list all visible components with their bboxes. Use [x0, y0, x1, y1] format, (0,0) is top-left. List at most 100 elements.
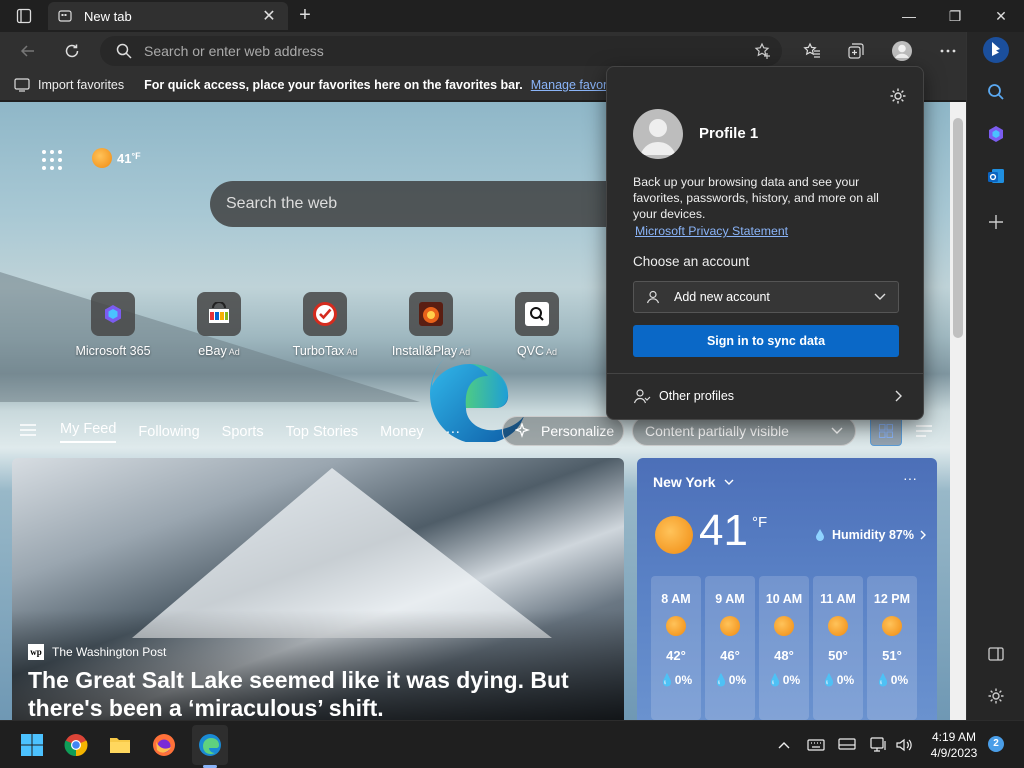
- network-icon[interactable]: [868, 735, 890, 755]
- new-tab-button[interactable]: +: [293, 4, 317, 28]
- new-tab-page-icon: [58, 10, 72, 22]
- ad-badge: Ad: [228, 347, 240, 357]
- feed-tab-top-stories[interactable]: Top Stories: [286, 424, 359, 440]
- sidebar-outlook-icon[interactable]: [982, 162, 1010, 190]
- ad-badge: Ad: [546, 347, 558, 357]
- content-visibility-dropdown[interactable]: Content partially visible: [632, 416, 856, 446]
- news-card[interactable]: wp The Washington Post The Great Salt La…: [12, 458, 624, 720]
- ad-badge: Ad: [346, 347, 358, 357]
- settings-more-icon[interactable]: [934, 38, 962, 64]
- hour-temp: 46°: [720, 648, 740, 663]
- ebay-icon: [209, 302, 229, 323]
- sidebar-microsoft-365-icon[interactable]: [982, 120, 1010, 148]
- profile-avatar-icon[interactable]: [888, 38, 916, 64]
- hourly-item: 9 AM 46° 💧0%: [705, 576, 755, 720]
- keyboard-icon[interactable]: [805, 735, 827, 755]
- add-account-dropdown[interactable]: Add new account: [633, 281, 899, 313]
- hourly-item: 8 AM 42° 💧0%: [651, 576, 701, 720]
- privacy-statement-link[interactable]: Microsoft Privacy Statement: [635, 224, 788, 238]
- bing-chat-icon[interactable]: [981, 34, 1011, 66]
- hourly-item: 12 PM 51° 💧0%: [867, 576, 917, 720]
- weather-more-button[interactable]: ···: [903, 470, 917, 486]
- file-explorer-icon[interactable]: [104, 729, 136, 761]
- hourly-forecast: 8 AM 42° 💧0% 9 AM 46° 💧0% 10 AM 48° 💧0% …: [651, 576, 921, 720]
- notification-badge[interactable]: 2: [988, 736, 1004, 752]
- tab-actions-icon[interactable]: [8, 4, 40, 28]
- web-search-box[interactable]: Search the web: [210, 181, 630, 227]
- chevron-down-icon: [724, 479, 734, 485]
- browser-toolbar: Search or enter web address: [0, 32, 966, 70]
- system-clock[interactable]: 4:19 AM 4/9/2023: [926, 729, 982, 761]
- sign-in-sync-button[interactable]: Sign in to sync data: [633, 325, 899, 357]
- feed-tab-sports[interactable]: Sports: [222, 424, 264, 440]
- qvc-icon: [525, 302, 549, 326]
- weather-card[interactable]: New York ··· 41 °F Humidity 87% 8 AM 42°…: [637, 458, 937, 720]
- hour-temp: 48°: [774, 648, 794, 663]
- sidebar-hide-icon[interactable]: [982, 640, 1010, 668]
- news-headline[interactable]: The Great Salt Lake seemed like it was d…: [28, 666, 608, 720]
- washington-post-logo-icon: wp: [28, 644, 44, 660]
- window-controls: — ❐ ✕: [886, 0, 1024, 32]
- import-favorites-label: Import favorites: [38, 78, 125, 92]
- address-input[interactable]: Search or enter web address: [144, 43, 754, 59]
- weather-city[interactable]: New York: [653, 474, 734, 490]
- hour-time: 9 AM: [715, 592, 745, 606]
- personalize-button[interactable]: Personalize: [502, 416, 624, 446]
- windows-start-icon[interactable]: [16, 729, 48, 761]
- hour-time: 10 AM: [765, 592, 803, 606]
- sun-icon: [774, 616, 794, 636]
- humidity[interactable]: Humidity 87%: [813, 528, 928, 542]
- weather-mini[interactable]: 41 °F: [92, 148, 141, 168]
- profile-settings-icon[interactable]: [889, 87, 907, 110]
- hour-time: 12 PM: [873, 592, 911, 606]
- edge-taskbar-icon[interactable]: [194, 729, 226, 761]
- refresh-icon[interactable]: [58, 38, 86, 64]
- grid-layout-button[interactable]: [870, 416, 902, 446]
- feed-tab-following[interactable]: Following: [138, 424, 199, 440]
- feed-tab-my-feed[interactable]: My Feed: [60, 421, 117, 443]
- scrollbar-thumb[interactable]: [953, 118, 963, 338]
- show-hidden-icons[interactable]: [773, 735, 795, 755]
- chrome-icon[interactable]: [60, 729, 92, 761]
- firefox-icon[interactable]: [148, 729, 180, 761]
- hour-temp: 50°: [828, 648, 848, 663]
- clock-date: 4/9/2023: [930, 746, 978, 760]
- volume-icon[interactable]: [893, 735, 915, 755]
- app-launcher-icon[interactable]: [40, 148, 64, 172]
- sidebar-search-icon[interactable]: [982, 78, 1010, 106]
- quick-link-turbotax[interactable]: TurboTax Ad: [272, 292, 378, 358]
- list-layout-button[interactable]: [910, 416, 938, 446]
- other-profiles-button[interactable]: Other profiles: [633, 381, 903, 411]
- feed-more-button[interactable]: ···: [446, 424, 461, 440]
- display-icon[interactable]: [836, 735, 858, 755]
- sidebar-settings-icon[interactable]: [982, 682, 1010, 710]
- sun-icon: [882, 616, 902, 636]
- turbotax-icon: [313, 302, 337, 326]
- hour-precip: 💧0%: [821, 673, 855, 687]
- drop-icon: 💧: [767, 673, 783, 687]
- address-bar[interactable]: Search or enter web address: [100, 36, 782, 66]
- list-icon: [916, 425, 932, 437]
- quick-link-microsoft-365[interactable]: Microsoft 365: [60, 292, 166, 358]
- close-tab-icon[interactable]: ✕: [260, 6, 278, 26]
- minimize-button[interactable]: —: [886, 0, 932, 32]
- sidebar-add-icon[interactable]: [982, 208, 1010, 236]
- tab-new-tab[interactable]: New tab ✕: [48, 2, 288, 30]
- quick-link-ebay[interactable]: eBay Ad: [166, 292, 272, 358]
- restore-button[interactable]: ❐: [932, 0, 978, 32]
- hour-temp: 42°: [666, 648, 686, 663]
- profile-avatar: [633, 109, 683, 159]
- sun-icon: [666, 616, 686, 636]
- hour-time: 11 AM: [820, 592, 856, 606]
- close-window-button[interactable]: ✕: [978, 0, 1024, 32]
- collections-icon[interactable]: [842, 38, 870, 64]
- favorites-icon[interactable]: [798, 38, 826, 64]
- import-favorites-button[interactable]: Import favorites: [14, 78, 124, 92]
- edge-sidebar: [966, 32, 1024, 720]
- drop-icon: 💧: [713, 673, 729, 687]
- back-icon[interactable]: [14, 38, 42, 64]
- feed-tab-money[interactable]: Money: [380, 424, 424, 440]
- add-favorite-icon[interactable]: [754, 42, 772, 60]
- feed-menu-icon[interactable]: [20, 424, 38, 440]
- sparkle-icon: [515, 423, 530, 438]
